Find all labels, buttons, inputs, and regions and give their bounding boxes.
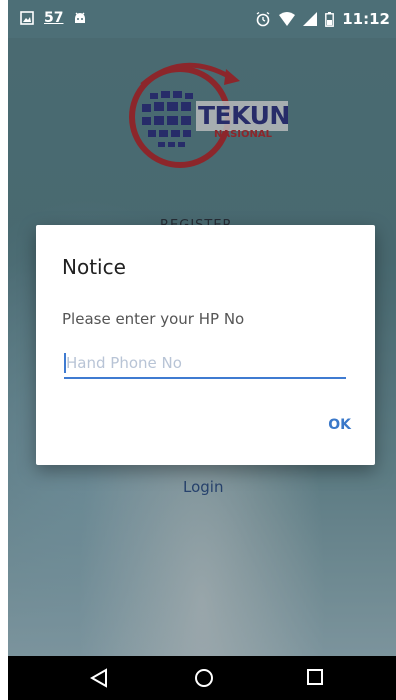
signal-icon [303,12,318,26]
battery-icon [325,11,335,27]
text-cursor [64,353,66,373]
wifi-icon [279,12,296,26]
dialog-title: Notice [62,255,126,279]
image-icon [20,11,34,25]
back-icon[interactable] [90,668,108,688]
hand-phone-input[interactable] [64,349,346,379]
recents-icon[interactable] [306,668,324,686]
dialog-message: Please enter your HP No [62,310,245,328]
alarm-icon [256,11,270,27]
android-icon [75,12,86,23]
ok-button[interactable]: OK [328,417,351,433]
home-icon[interactable] [194,668,214,688]
status-bar: 57 11:12 [8,0,396,38]
navigation-bar [8,656,396,700]
screen: TEKUN NASIONAL REGISTER Login 57 [0,0,396,700]
notice-dialog: Notice Please enter your HP No OK [36,225,375,465]
clock: 11:12 [342,10,390,28]
notification-count: 57 [44,10,64,26]
